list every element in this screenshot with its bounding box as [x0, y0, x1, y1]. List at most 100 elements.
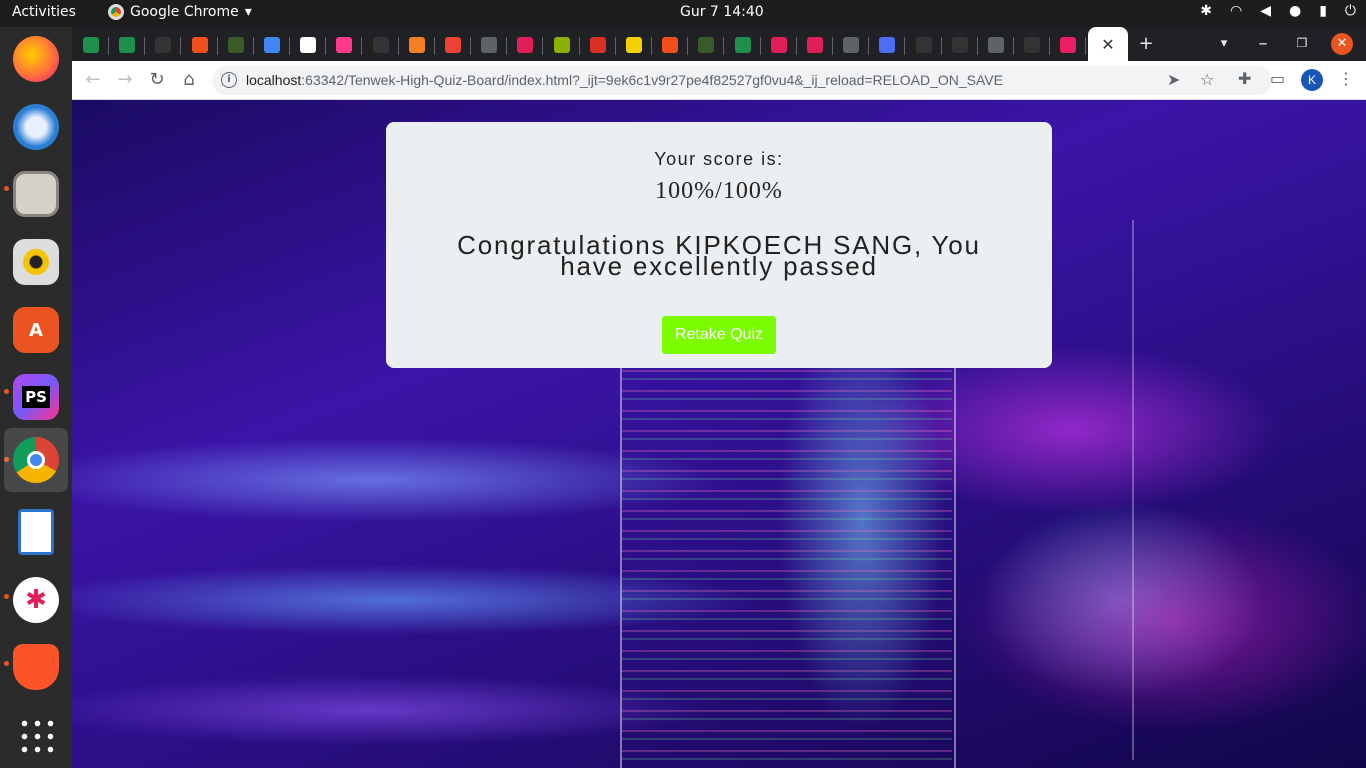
close-tab-icon[interactable]: ✕: [1101, 35, 1114, 54]
browser-tab[interactable]: [1055, 32, 1081, 58]
browser-tab[interactable]: [78, 32, 104, 58]
browser-tab[interactable]: [730, 32, 756, 58]
browser-tab[interactable]: [404, 32, 430, 58]
profile-avatar[interactable]: K: [1301, 69, 1323, 91]
app-menu[interactable]: Google Chrome ▾: [108, 4, 252, 20]
tab-favicon-icon: [227, 37, 244, 53]
tab-separator: [433, 37, 435, 55]
activities-button[interactable]: Activities: [12, 4, 76, 20]
tab-separator: [904, 37, 906, 55]
browser-tab[interactable]: [838, 32, 864, 58]
tab-favicon-icon: [626, 37, 642, 53]
tab-favicon-icon: [734, 37, 751, 53]
browser-tab[interactable]: [512, 32, 538, 58]
system-tray[interactable]: ✱ ◠ ◀ ● ▮ ⏻: [1200, 3, 1356, 19]
score-label: Your score is:: [654, 149, 784, 169]
chrome-launcher[interactable]: [4, 428, 68, 492]
browser-tab[interactable]: [1019, 32, 1045, 58]
slack-launcher[interactable]: ✱: [4, 568, 68, 632]
tab-favicon-icon: [698, 37, 715, 53]
cast-icon[interactable]: ▭: [1270, 69, 1285, 88]
congratulations-message: Congratulations KIPKOECH SANG, You have …: [457, 230, 981, 281]
tab-separator: [578, 37, 580, 55]
browser-tab[interactable]: [223, 32, 249, 58]
address-bar[interactable]: i localhost:63342/Tenwek-High-Quiz-Board…: [212, 66, 1272, 95]
rhythmbox-launcher[interactable]: [4, 230, 68, 294]
browser-tab[interactable]: [150, 32, 176, 58]
power-menu-icon[interactable]: ⏻: [1345, 3, 1356, 19]
tab-search-chevron-icon[interactable]: ▾: [1213, 36, 1235, 51]
browser-tab[interactable]: [476, 32, 502, 58]
tab-separator: [1049, 37, 1051, 55]
tab-favicon-icon: [155, 37, 172, 53]
bookmark-star-icon[interactable]: ☆: [1200, 70, 1214, 89]
browser-tab[interactable]: [114, 32, 140, 58]
firefox-launcher[interactable]: [4, 27, 68, 91]
thunderbird-launcher[interactable]: [4, 95, 68, 159]
browser-tab[interactable]: [585, 32, 611, 58]
browser-tab[interactable]: [440, 32, 466, 58]
browser-tab[interactable]: [259, 32, 285, 58]
site-info-icon[interactable]: i: [221, 72, 237, 88]
phpstorm-launcher[interactable]: PS: [4, 365, 68, 429]
system-top-bar: Activities Google Chrome ▾ Gur 7 14:40 ✱…: [0, 0, 1366, 27]
browser-toolbar: ← → ↻ ⌂ i localhost:63342/Tenwek-High-Qu…: [72, 61, 1366, 100]
tab-favicon-icon: [988, 37, 1004, 53]
tab-separator: [723, 37, 725, 55]
browser-tab[interactable]: [802, 32, 828, 58]
microphone-icon: ●: [1288, 3, 1302, 19]
restore-button[interactable]: ❐: [1291, 36, 1313, 50]
clock[interactable]: Gur 7 14:40: [680, 4, 764, 20]
brave-lion-icon: [13, 644, 59, 690]
browser-tab[interactable]: [187, 32, 213, 58]
software-launcher[interactable]: A: [4, 298, 68, 362]
tab-favicon-icon: [1060, 37, 1077, 53]
tab-separator: [180, 37, 182, 55]
retake-quiz-button[interactable]: Retake Quiz: [662, 316, 776, 354]
tab-favicon-icon: [770, 37, 787, 53]
show-applications-button[interactable]: [4, 703, 68, 767]
tab-separator: [614, 37, 616, 55]
url-text[interactable]: localhost:63342/Tenwek-High-Quiz-Board/i…: [246, 72, 1003, 88]
decorative-line: [954, 368, 956, 768]
extensions-puzzle-icon[interactable]: ✚: [1238, 69, 1251, 88]
browser-tab[interactable]: [621, 32, 647, 58]
window-close-button[interactable]: ✕: [1331, 33, 1353, 55]
browser-tab[interactable]: [693, 32, 719, 58]
back-arrow-icon[interactable]: ←: [82, 69, 104, 91]
browser-tab[interactable]: [766, 32, 792, 58]
decorative-line: [620, 368, 622, 768]
tab-separator: [1085, 37, 1087, 55]
tab-separator: [470, 37, 471, 55]
brave-launcher[interactable]: [4, 635, 68, 699]
browser-tab[interactable]: [368, 32, 394, 58]
slack-icon: ✱: [13, 577, 59, 623]
browser-tab[interactable]: [549, 32, 575, 58]
minimize-button[interactable]: –: [1252, 33, 1274, 54]
tab-separator: [108, 37, 109, 55]
browser-tab[interactable]: [983, 32, 1009, 58]
tab-separator: [397, 37, 399, 55]
send-to-devices-icon[interactable]: ➤: [1167, 70, 1180, 89]
slack-tray-icon[interactable]: ✱: [1200, 3, 1212, 19]
browser-tab[interactable]: [657, 32, 683, 58]
tab-favicon-icon: [807, 37, 823, 53]
browser-tab[interactable]: [295, 32, 321, 58]
kebab-menu-icon[interactable]: ⋮: [1338, 69, 1354, 88]
browser-tab[interactable]: [911, 32, 937, 58]
url-path: :63342/Tenwek-High-Quiz-Board/index.html…: [301, 72, 1003, 88]
background-code-image: [622, 360, 952, 768]
browser-tab[interactable]: [874, 32, 900, 58]
new-tab-button[interactable]: +: [1135, 33, 1157, 54]
browser-tab[interactable]: [331, 32, 357, 58]
active-tab[interactable]: ✕: [1088, 27, 1128, 61]
page-viewport: Your score is: 100%/100% Congratulations…: [72, 100, 1366, 768]
battery-icon: ▮: [1319, 3, 1327, 19]
browser-tab[interactable]: [947, 32, 973, 58]
files-launcher[interactable]: [4, 162, 68, 226]
reload-icon[interactable]: ↻: [146, 69, 168, 91]
home-icon[interactable]: ⌂: [178, 69, 200, 91]
forward-arrow-icon[interactable]: →: [114, 69, 136, 91]
tab-separator: [940, 37, 942, 55]
writer-launcher[interactable]: [4, 500, 68, 564]
